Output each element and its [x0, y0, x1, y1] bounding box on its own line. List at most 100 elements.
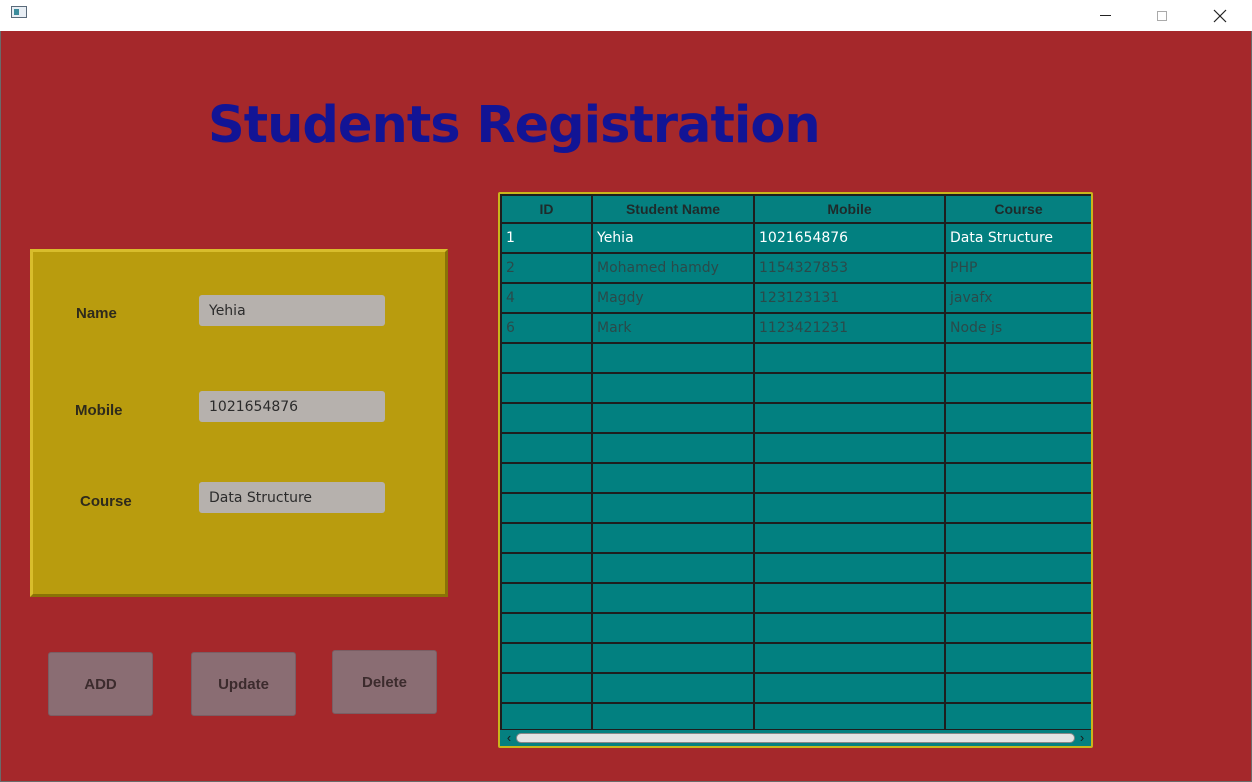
empty-cell [593, 674, 753, 702]
empty-cell [946, 434, 1091, 462]
empty-table-row [502, 404, 1091, 432]
mobile-label: Mobile [75, 402, 123, 419]
empty-cell [946, 644, 1091, 672]
cell-student-name: Yehia [593, 224, 753, 252]
cell-student-name: Mohamed hamdy [593, 254, 753, 282]
empty-cell [502, 584, 591, 612]
empty-cell [946, 404, 1091, 432]
empty-cell [593, 584, 753, 612]
empty-cell [755, 404, 944, 432]
window-titlebar [0, 0, 1252, 31]
empty-cell [502, 434, 591, 462]
empty-cell [502, 494, 591, 522]
empty-cell [502, 344, 591, 372]
empty-cell [946, 494, 1091, 522]
empty-cell [755, 494, 944, 522]
maximize-button[interactable] [1139, 0, 1185, 31]
empty-cell [755, 704, 944, 732]
empty-cell [593, 464, 753, 492]
empty-cell [593, 704, 753, 732]
empty-cell [946, 584, 1091, 612]
course-label: Course [80, 493, 132, 510]
cell-student-name: Magdy [593, 284, 753, 312]
cell-course: PHP [946, 254, 1091, 282]
students-grid: ID Student Name Mobile Course 1 Yehia 10… [500, 194, 1091, 734]
empty-cell [755, 434, 944, 462]
mobile-input[interactable] [199, 391, 385, 422]
scroll-right-icon[interactable]: › [1075, 730, 1089, 746]
empty-table-row [502, 434, 1091, 462]
name-label: Name [76, 305, 117, 322]
empty-cell [755, 344, 944, 372]
empty-cell [502, 524, 591, 552]
empty-table-row [502, 584, 1091, 612]
cell-course: Node js [946, 314, 1091, 342]
empty-cell [502, 374, 591, 402]
empty-cell [502, 464, 591, 492]
empty-cell [755, 524, 944, 552]
update-button[interactable]: Update [191, 652, 296, 716]
cell-mobile: 123123131 [755, 284, 944, 312]
close-button[interactable] [1197, 0, 1243, 31]
empty-cell [946, 344, 1091, 372]
table-row[interactable]: 4 Magdy 123123131 javafx [502, 284, 1091, 312]
column-header-mobile[interactable]: Mobile [755, 196, 944, 222]
app-window-icon [11, 6, 27, 18]
empty-cell [502, 704, 591, 732]
student-form-panel: Name Mobile Course [30, 249, 448, 597]
cell-mobile: 1154327853 [755, 254, 944, 282]
cell-id: 4 [502, 284, 591, 312]
scroll-left-icon[interactable]: ‹ [502, 730, 516, 746]
empty-cell [946, 674, 1091, 702]
empty-cell [755, 674, 944, 702]
empty-cell [946, 374, 1091, 402]
empty-cell [593, 374, 753, 402]
column-header-id[interactable]: ID [502, 196, 591, 222]
table-row[interactable]: 1 Yehia 1021654876 Data Structure [502, 224, 1091, 252]
empty-table-row [502, 674, 1091, 702]
empty-table-row [502, 614, 1091, 642]
course-input[interactable] [199, 482, 385, 513]
empty-cell [755, 614, 944, 642]
empty-cell [946, 704, 1091, 732]
empty-cell [502, 554, 591, 582]
empty-cell [593, 524, 753, 552]
add-button[interactable]: ADD [48, 652, 153, 716]
empty-cell [593, 614, 753, 642]
minimize-button[interactable] [1082, 0, 1128, 31]
maximize-icon [1157, 10, 1167, 21]
empty-cell [755, 584, 944, 612]
cell-course: javafx [946, 284, 1091, 312]
page-title: Students Registration [208, 96, 821, 155]
cell-course: Data Structure [946, 224, 1091, 252]
empty-table-row [502, 464, 1091, 492]
delete-button[interactable]: Delete [332, 650, 437, 714]
horizontal-scrollbar[interactable]: ‹ › [500, 729, 1091, 746]
close-icon [1213, 9, 1227, 22]
empty-cell [946, 554, 1091, 582]
empty-table-row [502, 554, 1091, 582]
table-row[interactable]: 6 Mark 1123421231 Node js [502, 314, 1091, 342]
empty-cell [593, 554, 753, 582]
cell-id: 2 [502, 254, 591, 282]
cell-mobile: 1021654876 [755, 224, 944, 252]
empty-table-row [502, 644, 1091, 672]
empty-table-row [502, 704, 1091, 732]
students-table[interactable]: ID Student Name Mobile Course 1 Yehia 10… [498, 192, 1093, 748]
empty-cell [502, 674, 591, 702]
cell-id: 1 [502, 224, 591, 252]
empty-cell [946, 524, 1091, 552]
minimize-icon [1099, 15, 1111, 16]
empty-table-row [502, 374, 1091, 402]
column-header-course[interactable]: Course [946, 196, 1091, 222]
empty-table-row [502, 524, 1091, 552]
name-input[interactable] [199, 295, 385, 326]
column-header-student-name[interactable]: Student Name [593, 196, 753, 222]
table-row[interactable]: 2 Mohamed hamdy 1154327853 PHP [502, 254, 1091, 282]
empty-cell [502, 614, 591, 642]
empty-cell [593, 404, 753, 432]
cell-mobile: 1123421231 [755, 314, 944, 342]
empty-cell [755, 644, 944, 672]
scrollbar-thumb[interactable] [516, 733, 1075, 743]
empty-cell [946, 464, 1091, 492]
